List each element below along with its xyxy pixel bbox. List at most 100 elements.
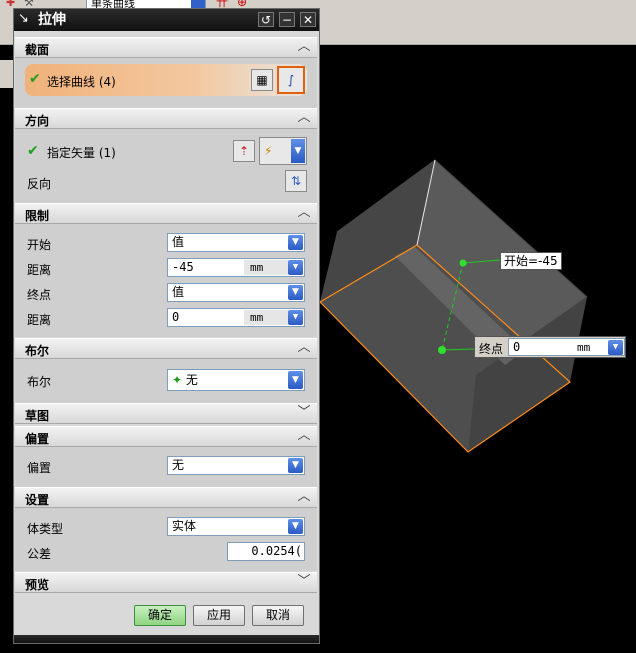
boolean-title: 布尔 xyxy=(25,344,50,358)
body-type-label: 体类型 xyxy=(27,522,64,536)
extrude-dialog: ↘ 拉伸 ↺ − ✕ 截面 ︿ ✔ 选择曲线 (4) ▦ ∫ 方向 ︿ ✔ 指定… xyxy=(13,8,320,644)
start-distance-label: 距离 xyxy=(27,263,52,277)
boolean-combo[interactable]: ✦ 无 ▼ xyxy=(167,369,305,391)
dialog-title: 拉伸 xyxy=(38,12,66,28)
end-value-field[interactable]: 0 mm ▼ xyxy=(508,338,625,356)
end-distance-label: 距离 xyxy=(27,313,52,327)
tolerance-value: 0.0254( xyxy=(251,544,302,558)
section-header-section[interactable]: 截面 ︿ xyxy=(15,37,317,58)
body-type-combo[interactable]: 实体 ▼ xyxy=(167,517,305,536)
end-unit-label: mm xyxy=(571,340,607,355)
collapse-icon[interactable]: − xyxy=(279,12,295,27)
toolbar-tool-icon-2[interactable]: ⚒ xyxy=(24,0,38,9)
chevron-down-icon[interactable]: ▼ xyxy=(291,139,305,163)
start-distance-field[interactable]: -45 mm ▼ xyxy=(167,258,305,277)
start-annotation[interactable]: 开始=-45 xyxy=(500,252,562,270)
end-distance-unit: mm xyxy=(244,310,288,325)
chevron-down-icon[interactable]: ▼ xyxy=(288,519,303,534)
end-input-box: 终点 0 mm ▼ xyxy=(474,336,626,358)
boolean-label: 布尔 xyxy=(27,375,52,389)
section-header-limits[interactable]: 限制 ︿ xyxy=(15,203,317,224)
start-combo-value: 值 xyxy=(172,235,185,249)
unit-menu-icon[interactable]: ▼ xyxy=(288,260,303,275)
offset-label: 偏置 xyxy=(27,461,52,475)
end-distance-value: 0 xyxy=(172,310,180,324)
section-header-settings[interactable]: 设置 ︿ xyxy=(15,487,317,508)
reverse-label: 反向 xyxy=(27,177,52,191)
start-distance-value: -45 xyxy=(172,260,194,274)
start-distance-unit: mm xyxy=(244,260,288,275)
section-header-offset[interactable]: 偏置 ︿ xyxy=(15,426,317,447)
ok-button[interactable]: 确定 xyxy=(134,605,186,626)
sketch-title: 草图 xyxy=(25,409,50,423)
settings-body: 体类型 实体 ▼ 公差 0.0254( xyxy=(15,508,317,571)
offset-combo-value: 无 xyxy=(172,458,185,472)
tolerance-field[interactable]: 0.0254( xyxy=(227,542,305,561)
start-label: 开始 xyxy=(27,238,52,252)
sketch-section-icon[interactable]: ▦ xyxy=(251,69,273,91)
limits-title: 限制 xyxy=(25,209,50,223)
chevron-up-icon[interactable]: ︿ xyxy=(296,110,312,126)
unit-menu-icon[interactable]: ▼ xyxy=(288,310,303,325)
direction-body: ✔ 指定矢量 (1) ⇡ ⚡ ▼ 反向 ⇅ xyxy=(15,129,317,203)
vector-dialog-icon[interactable]: ⇡ xyxy=(233,140,255,162)
chevron-down-icon[interactable]: ▼ xyxy=(288,285,303,300)
boolean-combo-value: 无 xyxy=(185,373,198,387)
body-type-value: 实体 xyxy=(172,519,197,533)
end-input-label: 终点 xyxy=(479,342,504,356)
unit-menu-icon[interactable]: ▼ xyxy=(608,340,623,355)
section-header-direction[interactable]: 方向 ︿ xyxy=(15,108,317,129)
boolean-body: 布尔 ✦ 无 ▼ xyxy=(15,359,317,403)
limits-body: 开始 值 ▼ 距离 -45 mm ▼ 终点 值 ▼ 距离 0 mm ▼ xyxy=(15,224,317,337)
apply-button[interactable]: 应用 xyxy=(193,605,245,626)
end-combo-value: 值 xyxy=(172,285,185,299)
end-label: 终点 xyxy=(27,288,52,302)
check-icon: ✔ xyxy=(29,71,41,87)
section-header-preview[interactable]: 预览 ﹀ xyxy=(15,572,317,593)
specify-vector-label: 指定矢量 (1) xyxy=(47,146,116,160)
start-combo[interactable]: 值 ▼ xyxy=(167,233,305,252)
dialog-bottom-bar xyxy=(14,635,319,643)
end-value-text: 0 xyxy=(513,340,521,354)
select-curve-row[interactable]: ✔ 选择曲线 (4) ▦ ∫ xyxy=(25,64,307,96)
end-handle[interactable] xyxy=(438,346,446,354)
chevron-up-icon[interactable]: ︿ xyxy=(296,205,312,221)
section-header-boolean[interactable]: 布尔 ︿ xyxy=(15,338,317,359)
chevron-up-icon[interactable]: ︿ xyxy=(296,489,312,505)
dialog-titlebar[interactable]: ↘ 拉伸 ↺ − ✕ xyxy=(14,9,319,31)
chevron-up-icon[interactable]: ︿ xyxy=(296,428,312,444)
select-curve-label: 选择曲线 (4) xyxy=(47,75,116,89)
chevron-up-icon[interactable]: ︿ xyxy=(296,39,312,55)
reverse-direction-icon[interactable]: ⇅ xyxy=(285,170,307,192)
offset-title: 偏置 xyxy=(25,432,50,446)
reset-icon[interactable]: ↺ xyxy=(258,12,274,27)
chevron-down-icon[interactable]: ▼ xyxy=(288,458,303,473)
chevron-up-icon[interactable]: ︿ xyxy=(296,340,312,356)
section-header-sketch[interactable]: 草图 ﹀ xyxy=(15,403,317,424)
tolerance-label: 公差 xyxy=(27,547,52,561)
offset-combo[interactable]: 无 ▼ xyxy=(167,456,305,475)
curve-icon[interactable]: ∫ xyxy=(277,66,305,94)
check-icon: ✔ xyxy=(27,143,39,159)
chevron-down-icon[interactable]: ﹀ xyxy=(296,405,312,421)
boolean-none-icon: ✦ xyxy=(172,373,183,387)
end-combo[interactable]: 值 ▼ xyxy=(167,283,305,302)
offset-body: 偏置 无 ▼ xyxy=(15,447,317,487)
toolbar-tool-icon[interactable]: ✚ xyxy=(6,0,22,9)
start-handle[interactable] xyxy=(459,259,467,267)
preview-title: 预览 xyxy=(25,578,50,592)
extrude-icon: ↘ xyxy=(18,11,29,26)
end-distance-field[interactable]: 0 mm ▼ xyxy=(167,308,305,327)
direction-title: 方向 xyxy=(25,114,50,128)
chevron-down-icon[interactable]: ﹀ xyxy=(296,574,312,590)
chevron-down-icon[interactable]: ▼ xyxy=(288,371,303,389)
close-icon[interactable]: ✕ xyxy=(300,12,316,27)
vector-type-selector[interactable]: ⚡ ▼ xyxy=(259,137,307,165)
section-title: 截面 xyxy=(25,43,50,57)
chevron-down-icon[interactable]: ▼ xyxy=(288,235,303,250)
section-body: ✔ 选择曲线 (4) ▦ ∫ xyxy=(15,58,317,108)
settings-title: 设置 xyxy=(25,493,50,507)
intersection-icon[interactable]: 卄 xyxy=(216,0,230,8)
stop-at-intersection-icon[interactable]: ⊕ xyxy=(237,0,251,8)
cancel-button[interactable]: 取消 xyxy=(252,605,304,626)
